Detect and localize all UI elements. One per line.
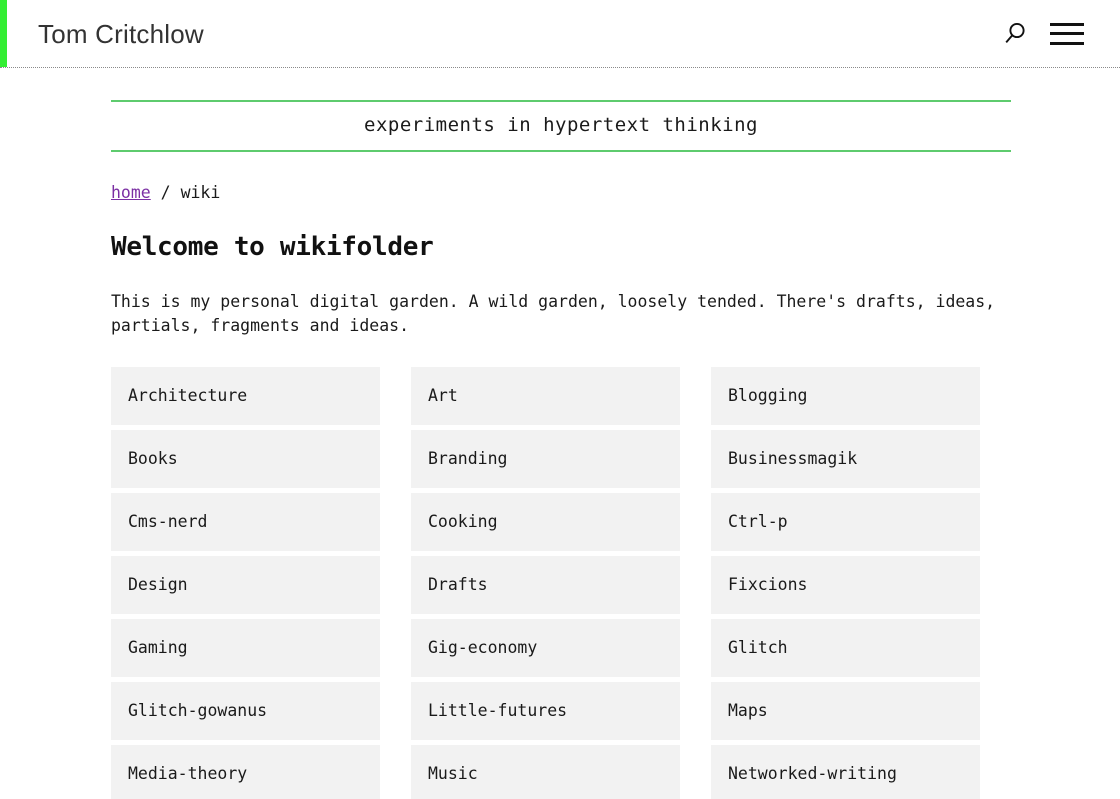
wiki-card[interactable]: Blogging bbox=[711, 366, 980, 425]
wiki-card[interactable]: Gig-economy bbox=[411, 618, 680, 677]
header-actions bbox=[1002, 21, 1084, 47]
wiki-card[interactable]: Books bbox=[111, 429, 380, 488]
intro-paragraph: This is my personal digital garden. A wi… bbox=[111, 292, 996, 335]
breadcrumb-current: wiki bbox=[180, 182, 221, 202]
wiki-card[interactable]: Branding bbox=[411, 429, 680, 488]
green-accent-bar bbox=[0, 0, 7, 67]
wiki-card[interactable]: Fixcions bbox=[711, 555, 980, 614]
wiki-card-grid: Architecture Art Blogging Books Branding Busi… bbox=[111, 366, 1011, 799]
wiki-card[interactable]: Media-theory bbox=[111, 744, 380, 799]
wiki-card[interactable]: Little-futures bbox=[411, 681, 680, 740]
tagline-block: experiments in hypertext thinking bbox=[111, 100, 1011, 152]
site-header: Tom Critchlow bbox=[0, 0, 1120, 68]
hamburger-menu-icon[interactable] bbox=[1050, 22, 1084, 45]
wiki-card[interactable]: Glitch bbox=[711, 618, 980, 677]
wiki-card[interactable]: Music bbox=[411, 744, 680, 799]
wiki-card[interactable]: Design bbox=[111, 555, 380, 614]
breadcrumb: home / wiki bbox=[111, 182, 1011, 203]
search-icon[interactable] bbox=[1002, 21, 1028, 47]
search-icon-glyph bbox=[1005, 22, 1025, 43]
wiki-card[interactable]: Architecture bbox=[111, 366, 380, 425]
breadcrumb-separator: / bbox=[150, 182, 181, 202]
wiki-card[interactable]: Art bbox=[411, 366, 680, 425]
main-content: experiments in hypertext thinking home /… bbox=[111, 100, 1011, 799]
wiki-card[interactable]: Maps bbox=[711, 681, 980, 740]
wiki-card[interactable]: Cms-nerd bbox=[111, 492, 380, 551]
wiki-card[interactable]: Glitch-gowanus bbox=[111, 681, 380, 740]
wiki-card[interactable]: Networked-writing bbox=[711, 744, 980, 799]
wiki-card[interactable]: Businessmagik bbox=[711, 429, 980, 488]
hamburger-icon-glyph bbox=[1050, 22, 1084, 45]
wiki-card[interactable]: Gaming bbox=[111, 618, 380, 677]
wiki-card[interactable]: Drafts bbox=[411, 555, 680, 614]
site-tagline: experiments in hypertext thinking bbox=[364, 114, 758, 136]
wiki-card[interactable]: Cooking bbox=[411, 492, 680, 551]
page-title: Welcome to wikifolder bbox=[111, 232, 434, 263]
site-title: Tom Critchlow bbox=[38, 18, 204, 49]
wiki-card[interactable]: Ctrl-p bbox=[711, 492, 980, 551]
breadcrumb-link-home[interactable]: home bbox=[111, 183, 151, 202]
